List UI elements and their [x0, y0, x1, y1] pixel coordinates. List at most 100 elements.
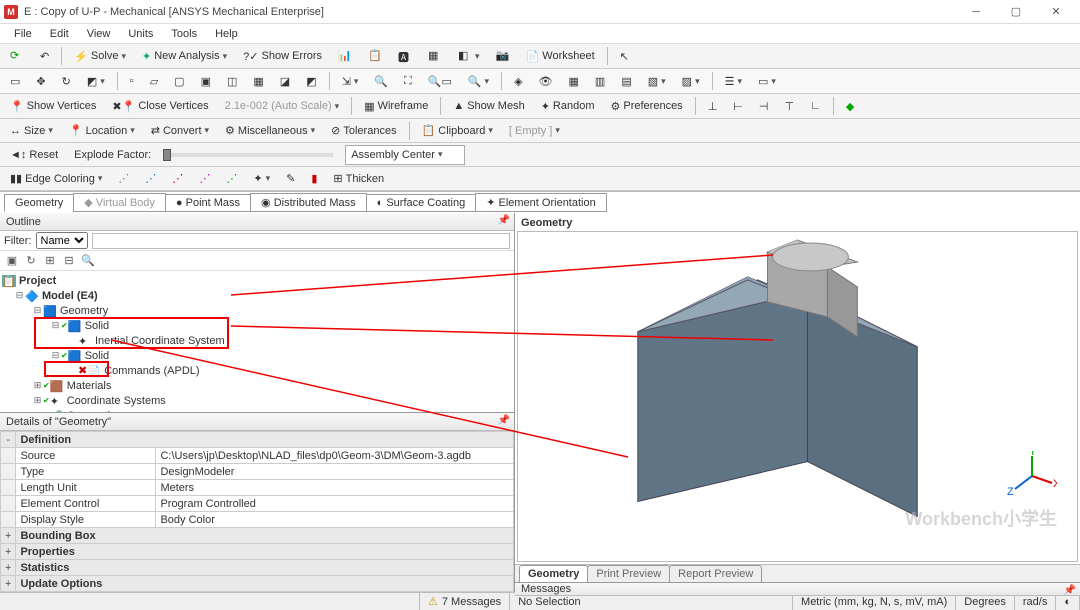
tab-element-orientation[interactable]: ✦ Element Orientation: [475, 193, 607, 212]
filter-mode-select[interactable]: Name: [36, 232, 88, 249]
view-icon-2[interactable]: ▥: [589, 71, 611, 91]
color-icon[interactable]: ◆: [840, 96, 860, 116]
view-icon-7[interactable]: ▭: [752, 71, 782, 91]
tree-model[interactable]: ⊟🔷Model (E4): [2, 288, 512, 303]
tab-surface-coating[interactable]: ◐ Surface Coating: [366, 194, 477, 212]
extend-icon[interactable]: ⇲: [336, 71, 365, 91]
tb-icon-5[interactable]: ◧: [452, 46, 486, 66]
view-icon-1[interactable]: ▦: [563, 71, 585, 91]
view-icon-3[interactable]: ▤: [615, 71, 637, 91]
show-mesh-button[interactable]: ▲ Show Mesh: [447, 96, 530, 116]
grp-update-toggle[interactable]: +: [1, 576, 16, 592]
tree-connections[interactable]: ⊞✔🔗Connections: [2, 408, 512, 412]
menu-file[interactable]: File: [6, 26, 40, 42]
outline-tree[interactable]: 📋Project ⊟🔷Model (E4) ⊟🟦Geometry ⊟✔🟦Soli…: [0, 271, 514, 412]
minimize-button[interactable]: ─: [956, 1, 996, 23]
node-icon[interactable]: ◫: [221, 71, 243, 91]
body-icon[interactable]: ▣: [195, 71, 217, 91]
grp-bbox-toggle[interactable]: +: [1, 528, 16, 544]
tree-solid-1[interactable]: ⊟✔🟦Solid: [2, 318, 512, 333]
refresh-icon[interactable]: ⟳: [4, 46, 30, 66]
zoomfit-icon[interactable]: ⛶: [398, 71, 418, 91]
tolerances-button[interactable]: ⊘ Tolerances: [325, 121, 402, 141]
misc-button[interactable]: ⚙ Miscellaneous: [219, 121, 321, 141]
status-messages[interactable]: ⚠7 Messages: [420, 593, 510, 610]
ec-icon-2[interactable]: ⋰: [139, 169, 162, 189]
prop-source-v[interactable]: C:\Users\jp\Desktop\NLAD_files\dp0\Geom-…: [156, 448, 514, 464]
menu-help[interactable]: Help: [207, 26, 246, 42]
menu-edit[interactable]: Edit: [42, 26, 77, 42]
worksheet-button[interactable]: 📄 Worksheet: [520, 46, 601, 66]
prop-disp-v[interactable]: Body Color: [156, 512, 514, 528]
zoom-mode-icon[interactable]: 🔍: [462, 71, 495, 91]
menu-view[interactable]: View: [79, 26, 119, 42]
solve-button[interactable]: ⚡ Solve: [68, 46, 132, 66]
messages-header[interactable]: Messages📌: [515, 582, 1080, 596]
tb-icon-3[interactable]: 🅰: [392, 46, 418, 66]
maximize-button[interactable]: ▢: [996, 1, 1036, 23]
dim-icon-2[interactable]: ⊢: [727, 96, 749, 116]
tree-coord-sys[interactable]: ⊞✔✦Coordinate Systems: [2, 393, 512, 408]
new-analysis-button[interactable]: ✦ New Analysis: [136, 46, 233, 66]
vtab-report-preview[interactable]: Report Preview: [669, 565, 762, 582]
vtab-print-preview[interactable]: Print Preview: [587, 565, 670, 582]
tree-materials[interactable]: ⊞✔🟫Materials: [2, 378, 512, 393]
tree-solid-2[interactable]: ⊟✔🟦Solid: [2, 348, 512, 363]
tb-icon-2[interactable]: 📋: [362, 46, 388, 66]
show-vertices-button[interactable]: 📍 Show Vertices: [4, 96, 102, 116]
scale-value[interactable]: 2.1e-002 (Auto Scale): [219, 96, 346, 116]
prop-elemctrl-v[interactable]: Program Controlled: [156, 496, 514, 512]
select-filter-icon[interactable]: ◩: [81, 71, 111, 91]
ec-icon-5[interactable]: ⋰: [220, 169, 243, 189]
vtab-geometry[interactable]: Geometry: [519, 565, 588, 582]
select-mode-icon[interactable]: ▭: [4, 71, 26, 91]
pin-icon[interactable]: 📌: [498, 415, 510, 426]
tree-project[interactable]: 📋Project: [2, 273, 512, 288]
dim-icon-4[interactable]: ⊤: [778, 96, 800, 116]
location-button[interactable]: 📍 Location: [63, 121, 141, 141]
tb-icon-4[interactable]: ▦: [422, 46, 448, 66]
reset-button[interactable]: ◄↕ Reset: [4, 145, 64, 165]
thicken-button[interactable]: ⊞ Thicken: [327, 169, 390, 189]
iso-icon[interactable]: ◈: [508, 71, 528, 91]
ec-icon-7[interactable]: ✎: [280, 169, 301, 189]
edge-icon[interactable]: ▱: [144, 71, 164, 91]
3d-viewport[interactable]: Workbench小学生 X Y Z: [517, 231, 1078, 562]
ot-icon-2[interactable]: ↻: [23, 253, 39, 269]
prop-length-v[interactable]: Meters: [156, 480, 514, 496]
sel-icon-8[interactable]: ◩: [300, 71, 322, 91]
clipboard-button[interactable]: 📋 Clipboard: [416, 121, 499, 141]
close-button[interactable]: ✕: [1036, 1, 1076, 23]
pin-icon[interactable]: 📌: [498, 215, 510, 226]
zoombox-icon[interactable]: 🔍▭: [422, 71, 458, 91]
pan-icon[interactable]: ✥: [30, 71, 51, 91]
element-icon[interactable]: ▦: [247, 71, 269, 91]
look-icon[interactable]: 👁: [533, 71, 559, 91]
filter-input[interactable]: [92, 233, 511, 249]
preferences-button[interactable]: ⚙ Preferences: [605, 96, 689, 116]
ot-icon-4[interactable]: ⊟: [61, 253, 77, 269]
ot-icon-5[interactable]: 🔍: [80, 253, 96, 269]
view-icon-6[interactable]: ☰: [719, 71, 748, 91]
tab-distributed-mass[interactable]: ◉ Distributed Mass: [250, 193, 367, 212]
tb-icon-1[interactable]: 📊: [332, 46, 358, 66]
grp-props-toggle[interactable]: +: [1, 544, 16, 560]
prop-type-v[interactable]: DesignModeler: [156, 464, 514, 480]
edge-coloring-button[interactable]: ▮▮ Edge Coloring: [4, 169, 108, 189]
zoom-icon[interactable]: 🔍: [368, 71, 394, 91]
sel-icon-7[interactable]: ◪: [274, 71, 296, 91]
tab-point-mass[interactable]: ● Point Mass: [165, 194, 251, 212]
assembly-center-dropdown[interactable]: Assembly Center: [345, 145, 465, 165]
tree-commands[interactable]: ✖📄Commands (APDL): [2, 363, 512, 378]
ec-icon-3[interactable]: ⋰: [166, 169, 189, 189]
ot-icon-3[interactable]: ⊞: [42, 253, 58, 269]
ec-icon-1[interactable]: ⋰: [112, 169, 135, 189]
menu-units[interactable]: Units: [120, 26, 161, 42]
view-icon-5[interactable]: ▨: [676, 71, 706, 91]
tb-icon-6[interactable]: 📷: [490, 46, 516, 66]
cursor-icon[interactable]: ↖: [614, 46, 635, 66]
ec-icon-6[interactable]: ✦: [247, 169, 276, 189]
menu-tools[interactable]: Tools: [163, 26, 205, 42]
clipboard-empty[interactable]: [ Empty ]: [503, 121, 566, 141]
vertex-icon[interactable]: ▫: [124, 71, 140, 91]
